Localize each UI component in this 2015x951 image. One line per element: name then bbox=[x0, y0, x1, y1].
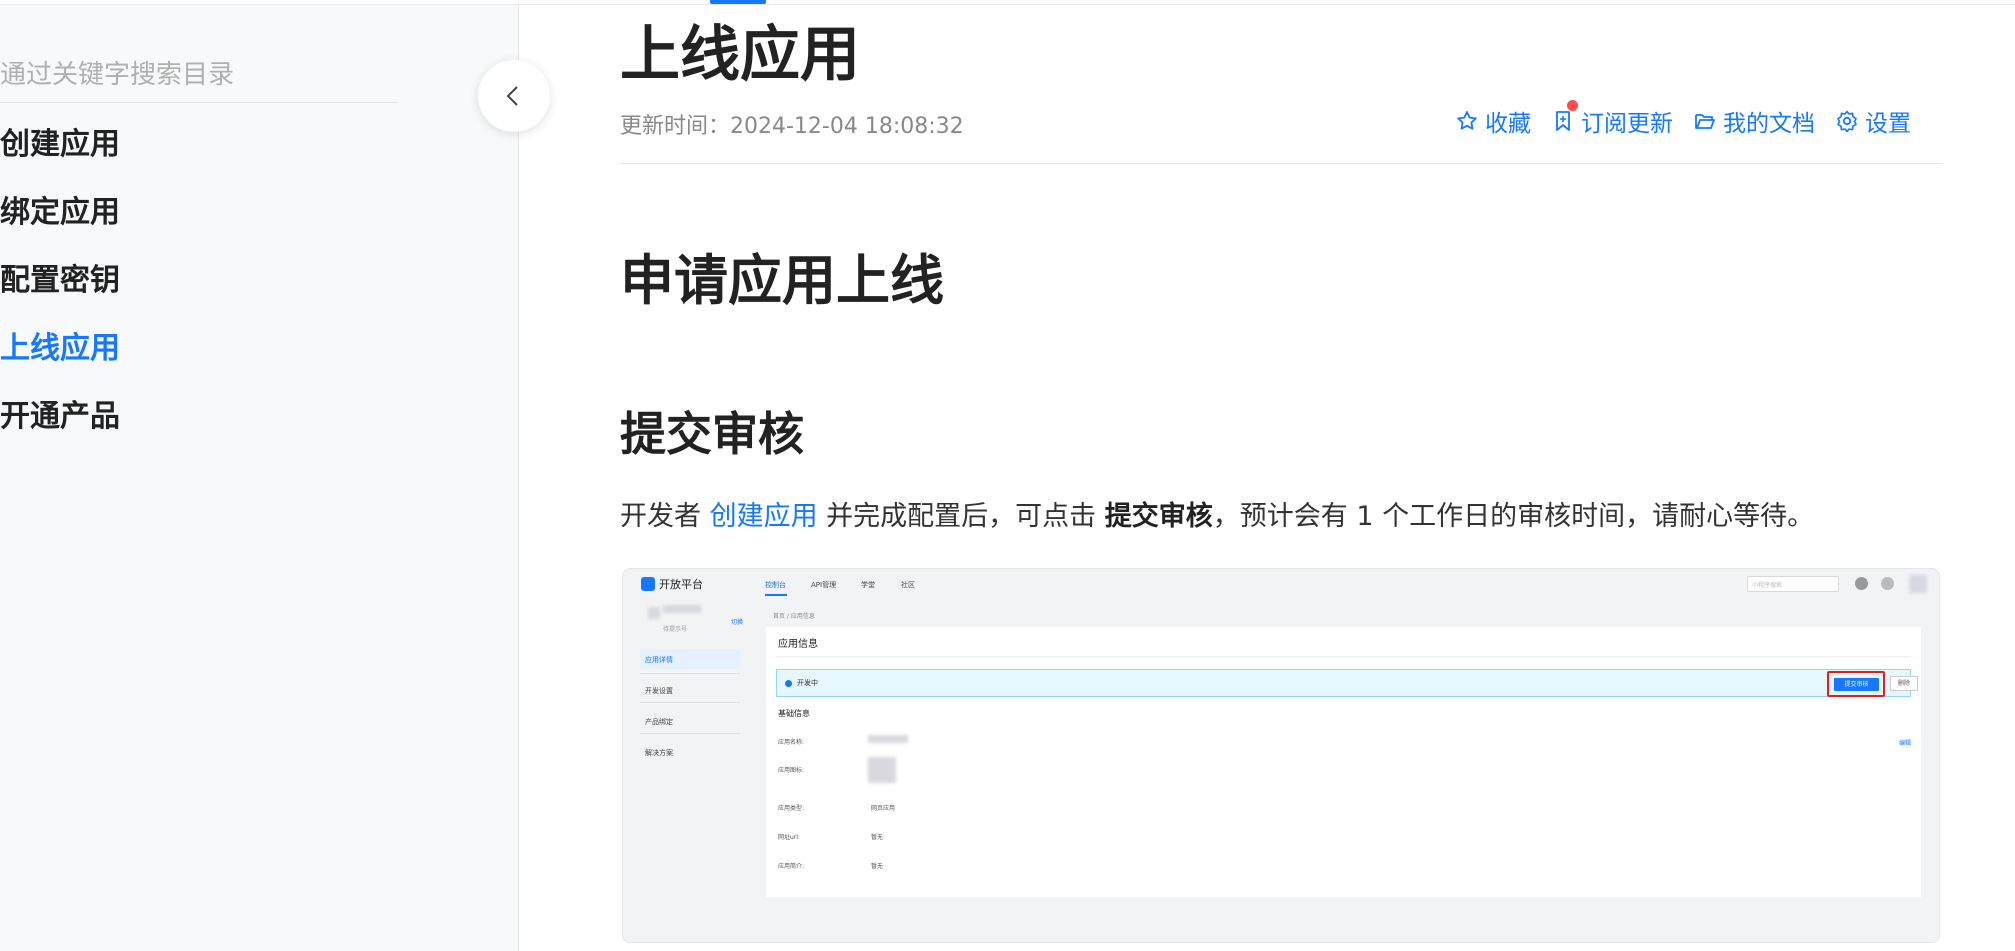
shot-app-icon-value-blurred bbox=[868, 757, 896, 783]
page-title: 上线应用 bbox=[620, 20, 860, 90]
section-heading: 申请应用上线 bbox=[620, 249, 944, 312]
create-app-link[interactable]: 创建应用 bbox=[710, 501, 818, 532]
notification-dot bbox=[1567, 100, 1578, 111]
shot-nav-community: 社区 bbox=[901, 581, 915, 589]
subsection-heading: 提交审核 bbox=[620, 407, 804, 461]
shot-nav-api: API管理 bbox=[811, 581, 837, 589]
folder-open-icon bbox=[1695, 114, 1715, 129]
star-icon bbox=[1457, 111, 1477, 130]
shot-field-label: 网址url: bbox=[778, 834, 800, 841]
shot-status-text: 开发中 bbox=[797, 679, 818, 687]
active-tab-indicator bbox=[710, 0, 766, 4]
settings-button[interactable]: 设置 bbox=[1835, 104, 1911, 138]
shot-delete-button: 删除 bbox=[1890, 676, 1918, 691]
shot-avatar bbox=[1909, 575, 1927, 593]
para-middle: 并完成配置后，可点击 bbox=[817, 501, 1105, 532]
settings-label: 设置 bbox=[1865, 111, 1911, 137]
shot-side-divider bbox=[640, 733, 740, 734]
shot-app-tag: 待提示号 bbox=[663, 626, 688, 633]
para-bold: 提交审核 bbox=[1104, 501, 1213, 532]
shot-help-icon bbox=[1881, 577, 1894, 590]
shot-info-icon bbox=[785, 680, 792, 687]
shot-card-title: 应用信息 bbox=[778, 639, 818, 650]
shot-logo-text: 开放平台 bbox=[659, 578, 703, 591]
shot-field-label: 应用简介: bbox=[778, 863, 805, 870]
shot-side-solutions: 解决方案 bbox=[645, 749, 673, 757]
catalog-search bbox=[0, 55, 398, 103]
para-prefix: 开发者 bbox=[620, 501, 710, 532]
toc-item-config-key[interactable]: 配置密钥 bbox=[0, 255, 120, 299]
shot-card-divider bbox=[776, 656, 1911, 657]
bookmark-plus-icon bbox=[1556, 111, 1570, 131]
catalog-search-input[interactable] bbox=[0, 55, 398, 95]
shot-nav-console: 控制台 bbox=[765, 581, 786, 589]
shot-status-bar: 开发中 提交审核 删除 bbox=[776, 669, 1918, 697]
alipay-logo-icon bbox=[641, 577, 655, 591]
sidebar: 创建应用 绑定应用 配置密钥 上线应用 开通产品 bbox=[0, 5, 519, 951]
shot-field-value: 暂无 bbox=[871, 834, 884, 841]
shot-logo: 开放平台 bbox=[641, 576, 703, 592]
favorite-button[interactable]: 收藏 bbox=[1455, 104, 1531, 138]
shot-app-icon-blurred bbox=[648, 607, 660, 619]
shot-side-dev-settings: 开发设置 bbox=[645, 687, 673, 695]
header-divider bbox=[620, 163, 1942, 164]
shot-field-label: 应用图标: bbox=[778, 767, 805, 774]
toc-item-bind-app[interactable]: 绑定应用 bbox=[0, 187, 120, 231]
shot-nav-underline bbox=[765, 594, 787, 596]
shot-nav-school: 学堂 bbox=[861, 581, 875, 589]
collapse-sidebar-button[interactable] bbox=[478, 60, 550, 132]
chevron-left-icon bbox=[506, 86, 518, 106]
shot-search-box: 小程序搜索 bbox=[1747, 576, 1839, 592]
gear-icon bbox=[1837, 110, 1857, 133]
my-docs-label: 我的文档 bbox=[1723, 111, 1815, 137]
toc-item-open-product[interactable]: 开通产品 bbox=[0, 391, 120, 435]
shot-breadcrumb: 首页 / 应用信息 bbox=[773, 613, 815, 620]
shot-app-info-card: 应用信息 开发中 提交审核 删除 基础信息 编辑 应用名称: 应用图标: 应用类… bbox=[766, 627, 1921, 897]
shot-basic-info-title: 基础信息 bbox=[778, 709, 810, 718]
toc-item-launch-app[interactable]: 上线应用 bbox=[0, 323, 120, 367]
my-docs-button[interactable]: 我的文档 bbox=[1693, 104, 1815, 138]
subscribe-button[interactable]: 订阅更新 bbox=[1551, 100, 1673, 138]
shot-app-name-blurred bbox=[663, 605, 701, 613]
para-suffix: ，预计会有 1 个工作日的审核时间，请耐心等待。 bbox=[1212, 501, 1815, 532]
shot-app-name-value-blurred bbox=[868, 735, 908, 743]
embedded-screenshot: 开放平台 控制台 API管理 学堂 社区 小程序搜索 待提示号 切换 应用详情 … bbox=[622, 568, 1940, 943]
favorite-label: 收藏 bbox=[1485, 111, 1531, 137]
shot-field-label: 应用名称: bbox=[778, 739, 805, 746]
shot-field-value: 网页应用 bbox=[871, 805, 896, 812]
shot-submit-button: 提交审核 bbox=[1834, 678, 1879, 691]
shot-side-app-detail: 应用详情 bbox=[645, 656, 673, 664]
shot-side-divider bbox=[640, 673, 740, 674]
updated-time: 更新时间：2024-12-04 18:08:32 bbox=[620, 114, 964, 139]
shot-edit-link: 编辑 bbox=[1898, 740, 1911, 747]
shot-switch-link: 切换 bbox=[731, 619, 744, 626]
instruction-paragraph: 开发者 创建应用 并完成配置后，可点击 提交审核，预计会有 1 个工作日的审核时… bbox=[620, 494, 1814, 533]
doc-actions: 收藏 订阅更新 我的文档 设置 bbox=[1455, 100, 1911, 138]
subscribe-label: 订阅更新 bbox=[1581, 111, 1673, 137]
shot-side-divider bbox=[640, 702, 740, 703]
shot-notification-icon bbox=[1855, 577, 1868, 590]
shot-topbar: 开放平台 控制台 API管理 学堂 社区 小程序搜索 bbox=[623, 569, 1939, 599]
shot-submit-highlight: 提交审核 bbox=[1827, 671, 1885, 697]
shot-field-label: 应用类型: bbox=[778, 805, 805, 812]
shot-side-product-bind: 产品绑定 bbox=[645, 718, 673, 726]
shot-field-value: 暂无 bbox=[871, 863, 884, 870]
toc-item-create-app[interactable]: 创建应用 bbox=[0, 119, 120, 163]
